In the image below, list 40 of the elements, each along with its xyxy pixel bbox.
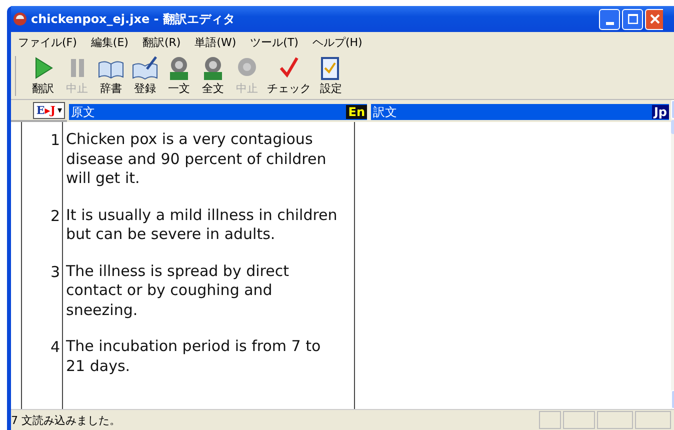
line-number: 1 [50,131,60,150]
source-sentence: The illness is spread by direct contact or by coughing and sneezing. [66,262,290,320]
menu-item[interactable]: ヘルプ(H) [305,34,370,50]
window-title: chickenpox_ej.jxe - 翻訳エディタ [31,10,235,28]
toolbar-button[interactable]: チェック [264,55,314,96]
minimize-button[interactable] [599,8,620,30]
toolbar-button[interactable]: 登録 [128,55,162,96]
menu-item[interactable]: ツール(T) [243,34,306,50]
status-pane [563,411,595,429]
source-sentence: Chicken pox is a very contagious disease and 90 percent of children will get it. [66,130,328,188]
menu-item[interactable]: 編集(E) [84,34,136,50]
language-badge: Jp [652,105,669,119]
menu-item[interactable]: 翻訳(R) [135,34,188,50]
book-pen-icon [131,55,159,81]
direction-dropdown[interactable]: E▸J ▾ [33,102,65,119]
toolbar-button[interactable]: 辞書 [94,55,128,96]
maximize-button[interactable] [622,8,643,30]
line-number: 2 [50,206,60,226]
toolbar-button[interactable]: 設定 [314,55,348,96]
language-badge: En [346,105,367,119]
maximize-icon [628,14,638,24]
menu-item[interactable]: ファイル(F) [11,34,84,50]
column-title: 訳文 [373,104,397,120]
line-number: 3 [50,262,60,282]
source-sentence: The incubation period is from 7 to 21 days. [66,337,322,376]
app-icon [13,12,27,26]
close-icon [650,14,660,24]
toolbar-button[interactable]: 一文 [162,55,196,96]
toolbar-button[interactable]: 全文 [196,55,230,96]
status-pane [635,411,671,429]
toolbar-button[interactable]: 翻訳 [26,55,60,96]
minimize-icon [606,22,614,24]
column-title: 原文 [71,104,95,120]
line-number: 4 [50,338,60,358]
menu-item[interactable]: 単語(W) [188,34,244,50]
status-pane [597,411,633,429]
source-sentence: It is usually a mild illness in children but can be severe in adults. [66,206,338,244]
status-text: 7 文読み込みました。 [11,412,120,428]
close-button[interactable] [645,8,663,30]
status-pane [539,411,561,429]
